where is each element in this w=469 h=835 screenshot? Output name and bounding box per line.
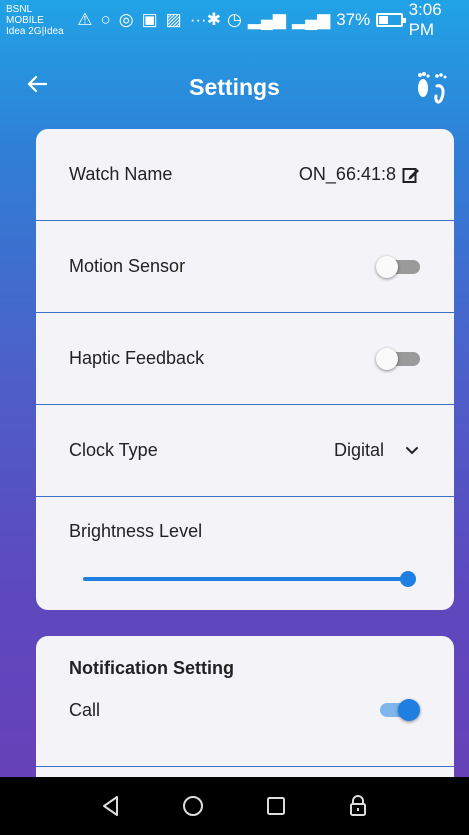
app-screen: BSNL MOBILE Idea 2G|Idea ⚠ ○ ◎ ▣ ▨ ··· ✱… — [0, 0, 469, 835]
watch-name-label: Watch Name — [69, 164, 173, 184]
battery-icon — [376, 13, 406, 27]
image-icon: ▨ — [165, 10, 182, 29]
chevron-down-icon — [406, 446, 418, 454]
edit-icon — [402, 167, 419, 183]
lock-icon[interactable] — [344, 792, 372, 820]
clock-type-row: Clock Type Digital — [36, 405, 454, 497]
brightness-slider[interactable] — [83, 568, 416, 589]
carrier-line-2: Idea 2G|Idea — [6, 25, 64, 37]
call-toggle[interactable] — [376, 699, 420, 721]
page-title: Settings — [189, 74, 280, 100]
watch-name-value: ON_66:41:8 — [298, 164, 396, 184]
call-label: Call — [69, 699, 101, 720]
motion-sensor-row: Motion Sensor — [36, 221, 454, 313]
motion-sensor-label: Motion Sensor — [69, 256, 186, 276]
watch-name-edit[interactable]: ON_66:41:8 — [299, 164, 420, 185]
notification-setting-title: Notification Setting — [69, 658, 234, 678]
more-icon: ··· — [189, 10, 207, 29]
triangle-back-icon[interactable] — [97, 792, 125, 820]
signal-icon: ▂▄▆ — [247, 10, 287, 29]
alarm-icon: ◷ — [226, 10, 242, 29]
carrier-info: BSNL MOBILE Idea 2G|Idea — [6, 4, 69, 37]
divider — [36, 766, 454, 767]
footprints-icon — [418, 72, 447, 104]
clock-type-label: Clock Type — [69, 440, 158, 460]
clock-type-value: Digital — [333, 440, 384, 460]
bluetooth-icon: ✱ — [206, 10, 221, 29]
square-recent-icon[interactable] — [262, 792, 290, 820]
clock-time: 3:06 PM — [408, 0, 442, 39]
whatsapp-icon: ◎ — [118, 10, 134, 29]
brightness-slider-thumb[interactable] — [400, 571, 416, 587]
system-nav-bar — [0, 777, 469, 835]
app-header: Settings — [0, 60, 469, 116]
brightness-label: Brightness Level — [69, 521, 203, 541]
motion-sensor-toggle[interactable] — [376, 255, 420, 278]
chat-icon: ○ — [100, 10, 111, 29]
settings-card: Watch Name ON_66:41:8 Motion Sensor Hapt… — [36, 129, 454, 610]
notification-icons: ⚠ ○ ◎ ▣ ▨ ··· — [77, 10, 206, 30]
carrier-line-1: BSNL MOBILE — [6, 3, 44, 26]
warning-icon: ⚠ — [77, 10, 93, 29]
gallery-icon: ▣ — [141, 10, 158, 29]
call-row: Call — [36, 679, 454, 721]
signal-2g-icon: ▂▄▆ — [292, 10, 331, 29]
battery-percent: 37% — [336, 10, 371, 29]
haptic-feedback-toggle[interactable] — [376, 347, 420, 370]
watch-name-row: Watch Name ON_66:41:8 — [36, 129, 454, 221]
brightness-row: Brightness Level — [36, 497, 454, 589]
steps-button[interactable] — [413, 66, 449, 106]
haptic-feedback-label: Haptic Feedback — [69, 348, 205, 368]
circle-home-icon[interactable] — [179, 792, 207, 820]
clock-type-select[interactable]: Digital — [334, 440, 420, 461]
haptic-feedback-row: Haptic Feedback — [36, 313, 454, 405]
status-bar: BSNL MOBILE Idea 2G|Idea ⚠ ○ ◎ ▣ ▨ ··· ✱… — [0, 0, 469, 40]
system-icons: ✱ ◷ ▂▄▆ ▂▄▆ 37% 3:06 PM — [207, 0, 463, 40]
